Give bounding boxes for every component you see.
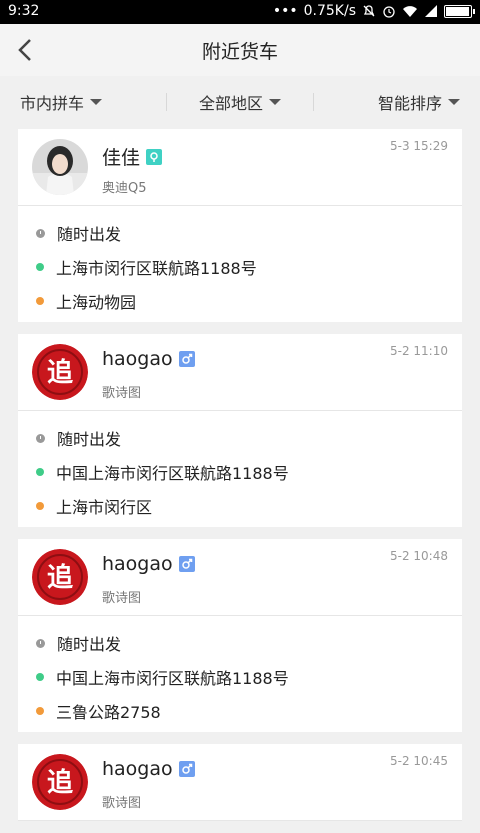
name-row: haogao (102, 348, 195, 370)
car-model: 歌诗图 (102, 386, 142, 401)
destination-dot-icon (36, 297, 44, 305)
route-info: 随时出发 中国上海市闵行区联航路1188号 三鲁公路2758 (18, 616, 462, 732)
destination-address: 上海动物园 (56, 293, 137, 312)
name-row: 佳佳 (102, 143, 163, 170)
depart-row: 随时出发 (18, 216, 462, 250)
depart-row: 随时出发 (18, 421, 462, 455)
app-header: 附近货车 (0, 24, 480, 76)
depart-time: 随时出发 (57, 430, 122, 449)
status-icons: ••• 0.75K/s (272, 3, 475, 19)
svg-text:追: 追 (47, 562, 73, 593)
origin-address: 上海市闵行区联航路1188号 (56, 259, 257, 278)
depart-time: 随时出发 (57, 225, 122, 244)
avatar (32, 139, 88, 195)
truck-card[interactable]: 佳佳 奥迪Q5 5-3 15:29 随时出发 上海市闵行区联航路1188号 上海… (18, 129, 462, 322)
route-info: 随时出发 中国上海市闵行区联航路1188号 上海市闵行区 (18, 411, 462, 527)
post-time: 5-2 10:48 (390, 549, 448, 563)
destination-address: 三鲁公路2758 (56, 703, 161, 722)
card-header: 佳佳 奥迪Q5 5-3 15:29 (18, 129, 462, 206)
avatar: 追 (32, 549, 88, 605)
truck-card[interactable]: 追 haogao 歌诗图 5-2 11:10 随时出发 中国上海市闵行区联航路1… (18, 334, 462, 527)
chevron-down-icon (448, 99, 460, 105)
driver-name: haogao (102, 348, 173, 370)
post-time: 5-3 15:29 (390, 139, 448, 153)
destination-row: 上海动物园 (18, 284, 462, 318)
car-model: 奥迪Q5 (102, 181, 147, 196)
destination-dot-icon (36, 707, 44, 715)
origin-row: 中国上海市闵行区联航路1188号 (18, 455, 462, 489)
car-model: 歌诗图 (102, 796, 142, 811)
origin-row: 中国上海市闵行区联航路1188号 (18, 660, 462, 694)
alarm-icon (383, 6, 395, 18)
male-icon (178, 761, 195, 777)
driver-name: haogao (102, 758, 173, 780)
avatar: 追 (32, 344, 88, 400)
battery-icon (444, 4, 475, 18)
filter-sort-label: 智能排序 (377, 94, 442, 113)
truck-card[interactable]: 追 haogao 歌诗图 5-2 10:48 随时出发 中国上海市闵行区联航路1… (18, 539, 462, 732)
avatar: 追 (32, 754, 88, 810)
depart-time: 随时出发 (57, 635, 122, 654)
brand-logo-icon: 追 (32, 754, 88, 810)
card-header: 追 haogao 歌诗图 5-2 10:48 (18, 539, 462, 616)
filter-region[interactable]: 全部地区 (167, 90, 313, 114)
origin-dot-icon (36, 263, 44, 271)
svg-text:追: 追 (47, 357, 73, 388)
page-title: 附近货车 (201, 40, 278, 63)
driver-name: 佳佳 (102, 147, 141, 169)
male-icon (178, 351, 195, 367)
filter-ride-type[interactable]: 市内拼车 (0, 90, 166, 114)
user-photo-icon (32, 139, 88, 195)
female-icon (146, 148, 163, 165)
filter-bar: 市内拼车 全部地区 智能排序 (0, 76, 480, 128)
chevron-down-icon (269, 99, 281, 105)
post-time: 5-2 10:45 (390, 754, 448, 768)
chevron-down-icon (90, 99, 103, 105)
origin-row: 上海市闵行区联航路1188号 (18, 250, 462, 284)
male-icon (178, 556, 195, 572)
post-time: 5-2 11:10 (390, 344, 448, 358)
filter-ride-type-label: 市内拼车 (20, 94, 85, 113)
driver-name: haogao (102, 553, 173, 575)
status-bar: 9:32 ••• 0.75K/s (0, 0, 480, 24)
origin-address: 中国上海市闵行区联航路1188号 (56, 669, 289, 688)
truck-list: 佳佳 奥迪Q5 5-3 15:29 随时出发 上海市闵行区联航路1188号 上海… (18, 129, 462, 833)
back-arrow-icon[interactable] (14, 36, 38, 64)
clock-icon (36, 638, 45, 648)
status-time: 9:32 (8, 3, 40, 19)
brand-logo-icon: 追 (32, 549, 88, 605)
name-row: haogao (102, 758, 195, 780)
destination-row: 上海市闵行区 (18, 489, 462, 523)
destination-dot-icon (36, 502, 44, 510)
origin-dot-icon (36, 468, 44, 476)
destination-address: 上海市闵行区 (56, 498, 153, 517)
depart-row: 随时出发 (18, 626, 462, 660)
car-model: 歌诗图 (102, 591, 142, 606)
origin-dot-icon (36, 673, 44, 681)
card-header: 追 haogao 歌诗图 5-2 11:10 (18, 334, 462, 411)
network-speed: 0.75K/s (303, 3, 356, 19)
clock-icon (36, 433, 45, 443)
route-info: 随时出发 上海市闵行区联航路1188号 上海动物园 (18, 206, 462, 322)
wifi-icon (403, 6, 417, 17)
name-row: haogao (102, 553, 195, 575)
more-dots-icon: ••• (272, 3, 298, 19)
clock-icon (36, 228, 45, 238)
truck-card[interactable]: 追 haogao 歌诗图 5-2 10:45 (18, 744, 462, 821)
brand-logo-icon: 追 (32, 344, 88, 400)
origin-address: 中国上海市闵行区联航路1188号 (56, 464, 289, 483)
filter-region-label: 全部地区 (198, 94, 263, 113)
mute-icon (363, 5, 375, 17)
card-header: 追 haogao 歌诗图 5-2 10:45 (18, 744, 462, 821)
svg-text:追: 追 (47, 767, 73, 798)
filter-sort[interactable]: 智能排序 (314, 90, 480, 114)
destination-row: 三鲁公路2758 (18, 694, 462, 728)
signal-icon (425, 5, 437, 17)
